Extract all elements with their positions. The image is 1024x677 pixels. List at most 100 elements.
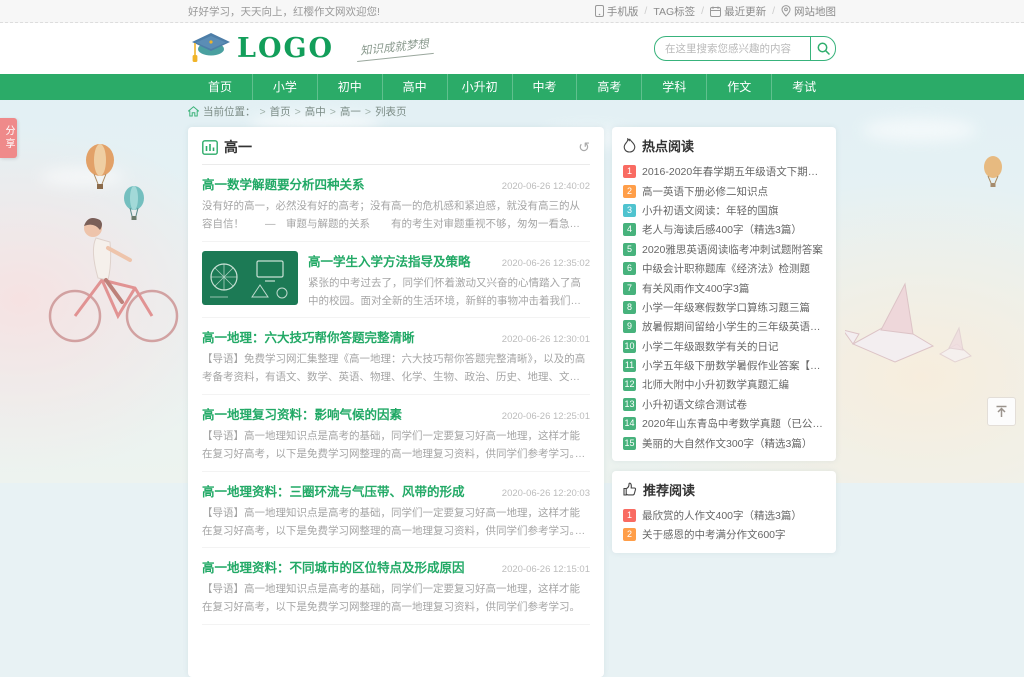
nav-item[interactable]: 小学	[252, 74, 317, 100]
hot-item-link[interactable]: 放暑假期间留给小学生的三年级英语作文范文	[642, 319, 825, 334]
nav-item[interactable]: 高考	[576, 74, 641, 100]
recommend-item-link[interactable]: 关于感恩的中考满分作文600字	[642, 527, 786, 542]
welcome-text: 好好学习，天天向上，红樱作文网欢迎您!	[188, 4, 380, 19]
hot-item-link[interactable]: 小升初语文阅读：年轻的国旗	[642, 203, 779, 218]
breadcrumb-link[interactable]: 列表页	[375, 104, 407, 119]
logo-text: LOGO	[237, 33, 334, 64]
nav-item[interactable]: 初中	[317, 74, 382, 100]
recommend-item-link[interactable]: 最欣赏的人作文400字（精选3篇）	[642, 508, 802, 523]
hot-item-link[interactable]: 中级会计职称题库《经济法》检测题	[642, 261, 810, 276]
hot-item-link[interactable]: 北师大附中小升初数学真题汇编	[642, 377, 789, 392]
hot-list-item: 7 有关风雨作文400字3篇	[623, 278, 825, 297]
rank-badge: 2	[623, 528, 636, 541]
nav-item[interactable]: 小升初	[447, 74, 512, 100]
hot-reading-card: 热点阅读 1 2016-2020年春学期五年级语文下期末模拟 2 高一英语下册必…	[612, 127, 836, 461]
article-title[interactable]: 高一数学解题要分析四种关系	[202, 174, 365, 193]
rank-badge: 5	[623, 243, 636, 256]
article-item: 高一地理资料：不同城市的区位特点及形成原因 2020-06-26 12:15:0…	[202, 548, 590, 625]
hot-item-link[interactable]: 2016-2020年春学期五年级语文下期末模拟	[642, 164, 825, 179]
rank-badge: 12	[623, 378, 636, 391]
article-excerpt: 【导语】免费学习网汇集整理《高一地理：六大技巧帮你答题完整清晰》，以及的高考备考…	[202, 351, 590, 387]
rank-badge: 9	[623, 320, 636, 333]
article-item: 高一学生入学方法指导及策略 2020-06-26 12:35:02 紧张的中考过…	[202, 242, 590, 319]
article-thumbnail[interactable]	[202, 251, 298, 305]
breadcrumb-item: > 高中	[291, 104, 326, 119]
list-title: 高一	[224, 137, 252, 157]
search-input[interactable]	[655, 37, 810, 60]
breadcrumb-link[interactable]: 高一	[340, 104, 361, 119]
search-icon	[817, 42, 830, 55]
hot-item-link[interactable]: 小学二年级跟数学有关的日记	[642, 339, 779, 354]
thumbs-up-icon	[623, 482, 637, 496]
refresh-button[interactable]: ↺	[578, 140, 590, 154]
search-button[interactable]	[810, 37, 836, 60]
hot-item-link[interactable]: 小学五年级下册数学暑假作业答案【20-61	[642, 358, 825, 373]
refresh-icon	[710, 6, 721, 17]
hot-item-link[interactable]: 有关风雨作文400字3篇	[642, 281, 749, 296]
hot-item-link[interactable]: 小升初语文综合测试卷	[642, 397, 747, 412]
sidebar: 热点阅读 1 2016-2020年春学期五年级语文下期末模拟 2 高一英语下册必…	[612, 127, 836, 553]
hot-item-link[interactable]: 老人与海读后感400字（精选3篇）	[642, 222, 802, 237]
mobile-version-link[interactable]: 手机版	[595, 4, 639, 19]
article-excerpt: 【导语】高一地理知识点是高考的基础，同学们一定要复习好高一地理，这样才能在复习好…	[202, 505, 590, 541]
breadcrumb-link[interactable]: 高中	[305, 104, 326, 119]
site-header: LOGO 知识成就梦想	[0, 23, 1024, 74]
hot-item-link[interactable]: 美丽的大自然作文300字（精选3篇）	[642, 436, 812, 451]
breadcrumb-item: > 首页	[256, 104, 291, 119]
hot-list-item: 10 小学二年级跟数学有关的日记	[623, 337, 825, 356]
hot-item-link[interactable]: 2020雅思英语阅读临考冲刺试题附答案	[642, 242, 823, 257]
breadcrumb: 当前位置： > 首页 > 高中 > 高一 > 列表页	[188, 104, 836, 119]
article-excerpt: 【导语】高一地理知识点是高考的基础，同学们一定要复习好高一地理，这样才能在复习好…	[202, 581, 590, 617]
home-icon	[188, 106, 199, 117]
hot-item-link[interactable]: 高一英语下册必修二知识点	[642, 184, 768, 199]
article-date: 2020-06-26 12:20:03	[494, 488, 590, 499]
hot-list-item: 11 小学五年级下册数学暑假作业答案【20-61	[623, 356, 825, 375]
nav-item[interactable]: 作文	[706, 74, 771, 100]
article-title[interactable]: 高一地理：六大技巧帮你答题完整清晰	[202, 327, 415, 346]
bicycle-rider-illustration	[30, 198, 190, 348]
recommend-list-item: 2 关于感恩的中考满分作文600字	[623, 525, 825, 544]
article-date: 2020-06-26 12:30:01	[494, 334, 590, 345]
hot-list-item: 8 小学一年级寒假数学口算练习题三篇	[623, 298, 825, 317]
list-header: 高一 ↺	[202, 137, 590, 165]
nav-item[interactable]: 首页	[188, 74, 252, 100]
hot-list-item: 12 北师大附中小升初数学真题汇编	[623, 375, 825, 394]
top-utility-bar: 好好学习，天天向上，红樱作文网欢迎您! 手机版 / TAG标签 /	[0, 0, 1024, 23]
nav-item[interactable]: 考试	[771, 74, 836, 100]
article-title[interactable]: 高一学生入学方法指导及策略	[308, 251, 471, 270]
article-title[interactable]: 高一地理复习资料：影响气候的因素	[202, 404, 402, 423]
hot-reading-title: 热点阅读	[642, 136, 694, 155]
article-title[interactable]: 高一地理资料：不同城市的区位特点及形成原因	[202, 557, 465, 576]
article-date: 2020-06-26 12:25:01	[494, 411, 590, 422]
article-title[interactable]: 高一地理资料：三圈环流与气压带、风带的形成	[202, 481, 465, 500]
article-excerpt: 没有好的高一，必然没有好的高考；没有高一的危机感和紧迫感，就没有高三的从容自信！…	[202, 198, 590, 234]
hot-air-balloon-illustration-small	[978, 155, 1008, 199]
breadcrumb-lead: 当前位置：	[203, 104, 256, 119]
rank-badge: 11	[623, 359, 636, 372]
site-search	[654, 36, 836, 61]
recent-updates-link[interactable]: 最近更新	[710, 4, 766, 19]
nav-item[interactable]: 学科	[641, 74, 706, 100]
hot-list-item: 4 老人与海读后感400字（精选3篇）	[623, 220, 825, 239]
share-button[interactable]: 分享	[0, 118, 17, 158]
breadcrumb-link[interactable]: 首页	[270, 104, 291, 119]
site-logo[interactable]: LOGO	[188, 31, 334, 67]
nav-item[interactable]: 中考	[512, 74, 577, 100]
map-pin-icon	[781, 5, 791, 17]
rank-badge: 2	[623, 185, 636, 198]
sitemap-link[interactable]: 网站地图	[781, 4, 836, 19]
cloud	[862, 118, 977, 142]
hot-list-item: 9 放暑假期间留给小学生的三年级英语作文范文	[623, 317, 825, 336]
hot-item-link[interactable]: 2020年山东青岛中考数学真题（已公布）	[642, 416, 825, 431]
hot-item-link[interactable]: 小学一年级寒假数学口算练习题三篇	[642, 300, 810, 315]
tag-link[interactable]: TAG标签	[653, 4, 695, 19]
rank-badge: 3	[623, 204, 636, 217]
arrow-to-top-icon	[995, 405, 1008, 418]
hot-list-item: 5 2020雅思英语阅读临考冲刺试题附答案	[623, 240, 825, 259]
hot-list-item: 6 中级会计职称题库《经济法》检测题	[623, 259, 825, 278]
back-to-top-button[interactable]	[987, 397, 1016, 426]
hot-list-item: 2 高一英语下册必修二知识点	[623, 181, 825, 200]
article-excerpt: 【导语】高一地理知识点是高考的基础，同学们一定要复习好高一地理，这样才能在复习好…	[202, 428, 590, 464]
article-date: 2020-06-26 12:15:01	[494, 564, 590, 575]
nav-item[interactable]: 高中	[382, 74, 447, 100]
